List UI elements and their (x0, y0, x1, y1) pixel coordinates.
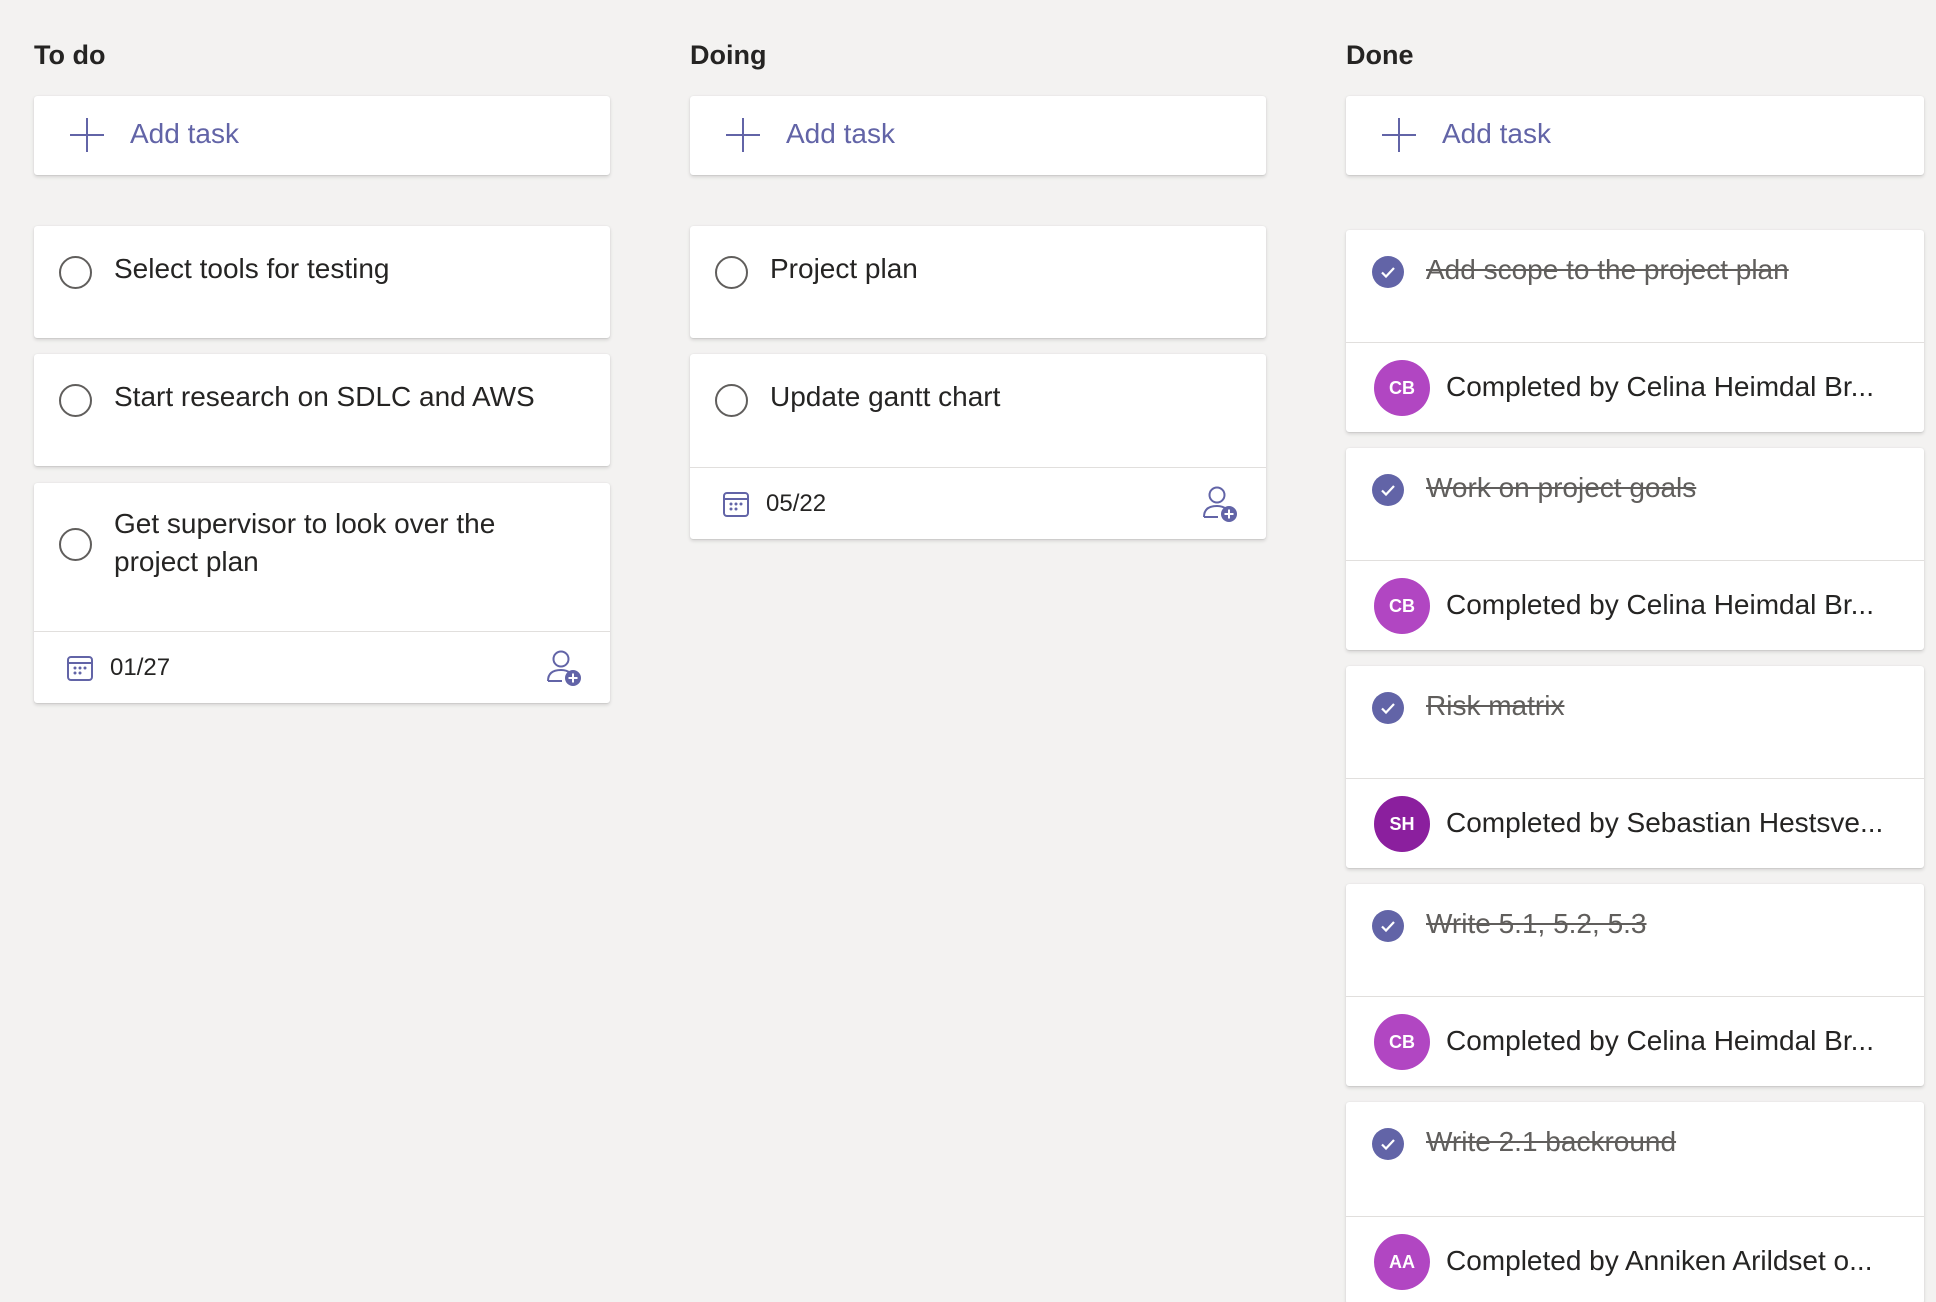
plus-icon (726, 118, 760, 152)
avatar: AA (1374, 1234, 1430, 1290)
completed-task-card[interactable]: Write 5.1, 5.2, 5.3 CB Completed by Celi… (1346, 884, 1924, 1086)
completed-by-text: Completed by Celina Heimdal Br... (1446, 371, 1874, 402)
completed-task-card[interactable]: Write 2.1 backround AA Completed by Anni… (1346, 1102, 1924, 1302)
complete-checkbox[interactable] (59, 256, 92, 289)
checkmark-icon[interactable] (1372, 910, 1404, 942)
task-title: Write 5.1, 5.2, 5.3 (1426, 908, 1647, 939)
task-title: Start research on SDLC and AWS (114, 381, 535, 412)
task-title: Work on project goals (1426, 472, 1697, 503)
task-title: Update gantt chart (770, 381, 1001, 412)
completed-by-text: Completed by Celina Heimdal Br... (1446, 1025, 1874, 1056)
completed-task-card[interactable]: Work on project goals CB Completed by Ce… (1346, 448, 1924, 650)
card-footer: CB Completed by Celina Heimdal Br... (1346, 560, 1924, 650)
plus-icon (70, 118, 104, 152)
task-card[interactable]: Get supervisor to look over the project … (34, 483, 610, 703)
task-title: Select tools for testing (114, 253, 390, 284)
checkmark-icon[interactable] (1372, 256, 1404, 288)
completed-task-card[interactable]: Add scope to the project plan CB Complet… (1346, 230, 1924, 432)
card-footer: SH Completed by Sebastian Hestsve... (1346, 778, 1924, 868)
task-title: Get supervisor to look over the project … (114, 508, 496, 577)
calendar-icon (67, 656, 93, 681)
complete-checkbox[interactable] (59, 528, 92, 561)
task-title: Add scope to the project plan (1426, 254, 1789, 285)
complete-checkbox[interactable] (715, 256, 748, 289)
assign-user-icon[interactable] (546, 649, 582, 687)
checkmark-icon[interactable] (1372, 692, 1404, 724)
completed-task-card[interactable]: Risk matrix SH Completed by Sebastian He… (1346, 666, 1924, 868)
completed-by-text: Completed by Celina Heimdal Br... (1446, 589, 1874, 620)
task-card[interactable]: Select tools for testing (34, 226, 610, 338)
card-footer: 01/27 (34, 631, 610, 703)
avatar: SH (1374, 796, 1430, 852)
calendar-icon (723, 492, 749, 517)
assign-user-icon[interactable] (1202, 485, 1238, 523)
add-task-button[interactable]: Add task (34, 96, 610, 175)
due-date: 05/22 (766, 490, 827, 517)
task-title: Project plan (770, 253, 918, 284)
add-task-label: Add task (130, 118, 239, 149)
plus-icon (1382, 118, 1416, 152)
add-task-button[interactable]: Add task (1346, 96, 1924, 175)
card-footer: CB Completed by Celina Heimdal Br... (1346, 342, 1924, 432)
completed-by-text: Completed by Anniken Arildset o... (1446, 1245, 1873, 1276)
checkmark-icon[interactable] (1372, 1128, 1404, 1160)
task-board: To do Add task Select tools for testing … (0, 0, 1936, 1302)
column-title: To do (34, 40, 106, 70)
avatar: CB (1374, 578, 1430, 634)
task-title: Risk matrix (1426, 690, 1565, 721)
checkmark-icon[interactable] (1372, 474, 1404, 506)
card-footer: CB Completed by Celina Heimdal Br... (1346, 996, 1924, 1086)
avatar: CB (1374, 360, 1430, 416)
complete-checkbox[interactable] (59, 384, 92, 417)
avatar: CB (1374, 1014, 1430, 1070)
completed-by-text: Completed by Sebastian Hestsve... (1446, 807, 1884, 838)
add-task-label: Add task (1442, 118, 1551, 149)
add-task-button[interactable]: Add task (690, 96, 1266, 175)
task-card[interactable]: Start research on SDLC and AWS (34, 354, 610, 466)
column-title: Done (1346, 40, 1414, 70)
task-card[interactable]: Project plan (690, 226, 1266, 338)
add-task-label: Add task (786, 118, 895, 149)
card-footer: 05/22 (690, 467, 1266, 539)
task-card[interactable]: Update gantt chart 05/22 (690, 354, 1266, 539)
due-date: 01/27 (110, 654, 171, 681)
task-title: Write 2.1 backround (1426, 1126, 1677, 1157)
card-footer: AA Completed by Anniken Arildset o... (1346, 1216, 1924, 1302)
complete-checkbox[interactable] (715, 384, 748, 417)
column-title: Doing (690, 40, 767, 70)
